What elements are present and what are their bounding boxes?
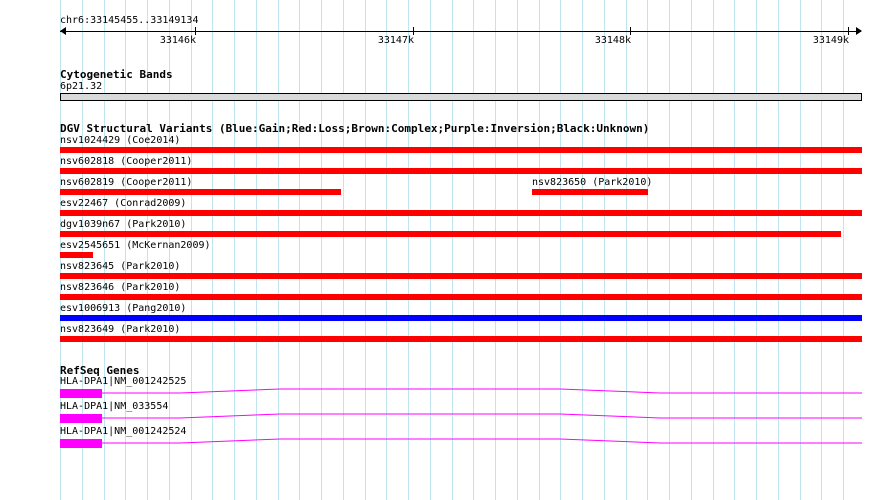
gene-label: HLA-DPA1|NM_033554 xyxy=(60,401,169,412)
gene-exon[interactable] xyxy=(60,439,102,448)
gene-intron xyxy=(102,438,862,444)
gene-label: HLA-DPA1|NM_001242524 xyxy=(60,426,187,437)
gene-intron xyxy=(102,388,862,394)
gene-label: HLA-DPA1|NM_001242525 xyxy=(60,376,187,387)
gene-exon[interactable] xyxy=(60,389,102,398)
gene-intron-lines xyxy=(102,388,862,444)
genome-browser-viewer: chr6:33145455..33149134 33146k 33147k 33… xyxy=(0,0,890,500)
gene-exon[interactable] xyxy=(60,414,102,423)
gene-intron xyxy=(102,413,862,419)
